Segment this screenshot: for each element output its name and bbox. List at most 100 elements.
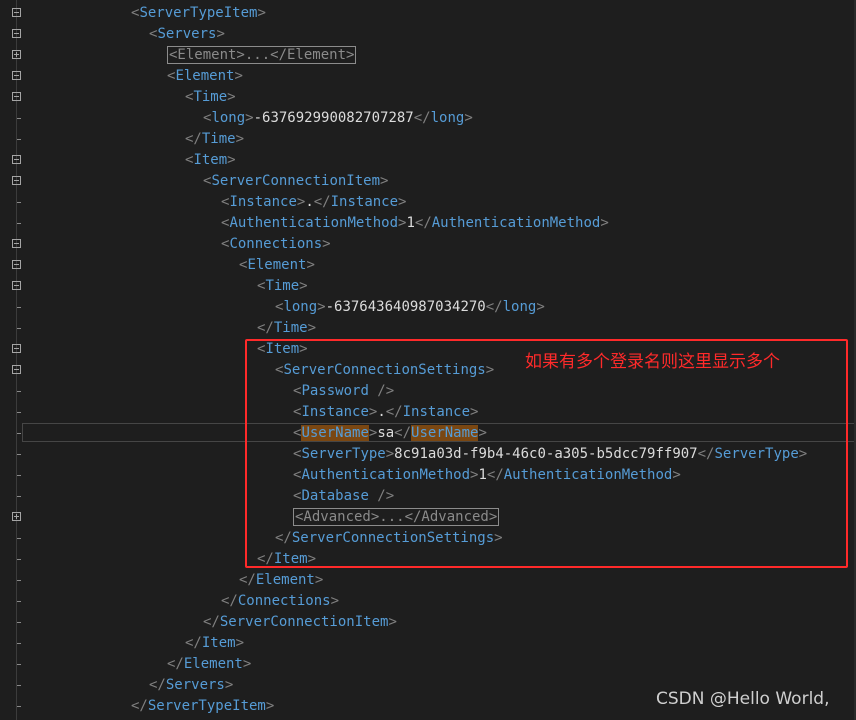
expand-icon[interactable]	[12, 512, 21, 521]
xml-tag-name: AuthenticationMethod	[229, 215, 399, 231]
xml-text: -637643640987034270	[325, 299, 486, 315]
code-text: <Element>	[167, 68, 243, 85]
xml-tag-name: Connections	[229, 236, 323, 252]
xml-bracket: >	[307, 320, 317, 336]
fold-tick	[17, 118, 21, 119]
xml-bracket: >	[224, 677, 234, 693]
code-text: <Item>	[185, 152, 236, 169]
xml-bracket: </	[185, 131, 202, 147]
code-text: <Servers>	[149, 26, 225, 43]
fold-tick	[17, 412, 21, 413]
xml-bracket: </	[413, 110, 431, 126]
code-line[interactable]: <Item>	[0, 150, 856, 171]
code-line[interactable]: </Connections>	[0, 591, 856, 612]
fold-tick	[17, 433, 21, 434]
xml-bracket: </	[185, 635, 202, 651]
xml-bracket: </	[414, 215, 432, 231]
code-text: </Time>	[257, 320, 316, 337]
collapse-icon[interactable]	[12, 71, 21, 80]
code-line[interactable]: <Element>...</Element>	[0, 45, 856, 66]
code-text: </ServerConnectionItem>	[203, 614, 397, 631]
fold-tick	[17, 706, 21, 707]
expand-icon[interactable]	[12, 50, 21, 59]
collapse-icon[interactable]	[12, 155, 21, 164]
code-line[interactable]: <Instance>.</Instance>	[0, 192, 856, 213]
watermark: CSDN @Hello World,	[656, 689, 830, 709]
xml-bracket: >	[330, 593, 340, 609]
code-line[interactable]: <AuthenticationMethod>1</AuthenticationM…	[0, 213, 856, 234]
code-line[interactable]: <Time>	[0, 87, 856, 108]
code-line[interactable]: <Connections>	[0, 234, 856, 255]
code-text: </ServerTypeItem>	[131, 698, 274, 715]
xml-tag-name: Element	[183, 656, 243, 672]
xml-code-editor[interactable]: <ServerTypeItem> <Servers> <Element>...</E…	[0, 0, 856, 720]
xml-tag-name: Item	[201, 635, 236, 651]
xml-tag-name: Time	[273, 320, 308, 336]
fold-tick	[17, 223, 21, 224]
code-line[interactable]: </Element>	[0, 654, 856, 675]
xml-tag-name: Time	[265, 278, 300, 294]
code-line[interactable]: <ServerTypeItem>	[0, 3, 856, 24]
collapse-icon[interactable]	[12, 260, 21, 269]
xml-tag-name: Servers	[165, 677, 225, 693]
xml-tag-name: Time	[201, 131, 236, 147]
xml-bracket: >	[227, 152, 236, 168]
code-line[interactable]: <long>-637692990082707287</long>	[0, 108, 856, 129]
code-line[interactable]: </Item>	[0, 633, 856, 654]
collapse-icon[interactable]	[12, 344, 21, 353]
fold-tick	[17, 391, 21, 392]
code-line[interactable]: <ServerConnectionItem>	[0, 171, 856, 192]
code-text: <long>-637692990082707287</long>	[203, 110, 473, 127]
xml-tag-name: long	[502, 299, 537, 315]
xml-tag-name: Servers	[157, 26, 217, 42]
collapse-icon[interactable]	[12, 365, 21, 374]
code-line[interactable]: <Servers>	[0, 24, 856, 45]
xml-bracket: >	[536, 299, 545, 315]
collapsed-region[interactable]: <Element>...</Element>	[167, 46, 357, 64]
code-line[interactable]: </Time>	[0, 318, 856, 339]
code-text: </Element>	[239, 572, 323, 589]
code-line[interactable]: <Element>	[0, 255, 856, 276]
fold-tick	[17, 664, 21, 665]
collapse-icon[interactable]	[12, 176, 21, 185]
xml-tag-name: ServerTypeItem	[139, 5, 258, 21]
code-text: <ServerTypeItem>	[131, 5, 266, 22]
xml-bracket: </	[203, 614, 220, 630]
collapse-icon[interactable]	[12, 239, 21, 248]
code-text: <Instance>.</Instance>	[221, 194, 406, 211]
xml-tag-name: Element	[255, 572, 315, 588]
code-line[interactable]: <long>-637643640987034270</long>	[0, 297, 856, 318]
code-line[interactable]: </Time>	[0, 129, 856, 150]
fold-tick	[17, 559, 21, 560]
xml-bracket: </	[239, 572, 256, 588]
code-text: </Servers>	[149, 677, 233, 694]
code-line[interactable]: </Element>	[0, 570, 856, 591]
fold-tick	[17, 685, 21, 686]
code-text: <Time>	[185, 89, 236, 106]
collapse-icon[interactable]	[12, 29, 21, 38]
fold-tick	[17, 202, 21, 203]
code-line[interactable]: <Time>	[0, 276, 856, 297]
code-line[interactable]: </ServerConnectionItem>	[0, 612, 856, 633]
xml-bracket: >	[245, 110, 254, 126]
code-text: <long>-637643640987034270</long>	[275, 299, 545, 316]
code-text: <Element>...</Element>	[167, 46, 357, 64]
code-line[interactable]: <Element>	[0, 66, 856, 87]
code-text: <Connections>	[221, 236, 331, 253]
collapse-icon[interactable]	[12, 92, 21, 101]
xml-bracket: >	[388, 614, 397, 630]
xml-tag-name: AuthenticationMethod	[431, 215, 601, 231]
xml-bracket: >	[242, 656, 252, 672]
xml-bracket: </	[149, 677, 166, 693]
xml-bracket: >	[216, 26, 225, 42]
xml-bracket: </	[313, 194, 331, 210]
xml-text: -637692990082707287	[253, 110, 414, 126]
collapse-icon[interactable]	[12, 8, 21, 17]
xml-text: 1	[406, 215, 415, 231]
xml-bracket: >	[600, 215, 609, 231]
collapse-icon[interactable]	[12, 281, 21, 290]
xml-bracket: </	[257, 320, 274, 336]
code-text: </Item>	[185, 635, 244, 652]
xml-bracket: >	[317, 299, 326, 315]
fold-tick	[17, 139, 21, 140]
